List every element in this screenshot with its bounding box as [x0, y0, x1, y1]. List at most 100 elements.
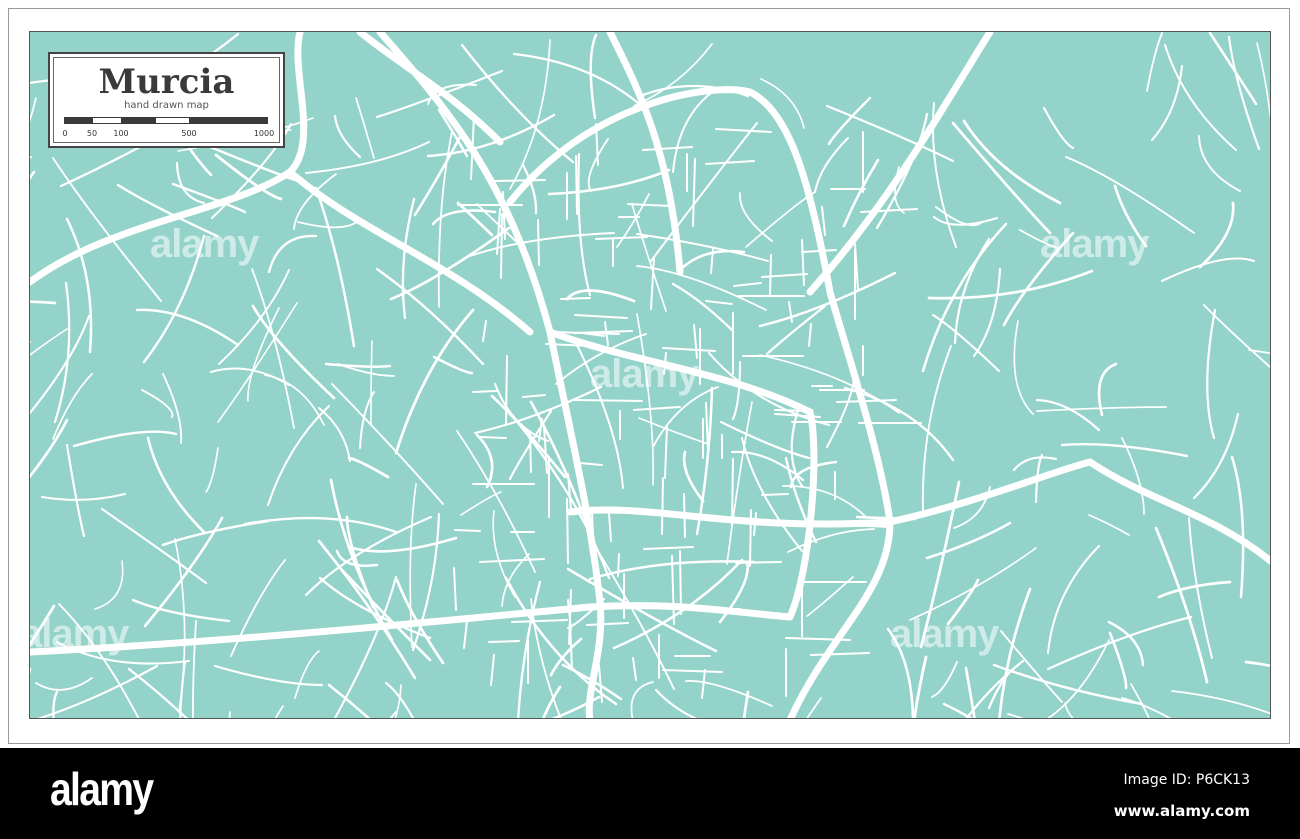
street [482, 320, 487, 342]
minor-road [205, 447, 219, 493]
street [494, 179, 546, 182]
street [788, 301, 793, 323]
major-road [806, 32, 994, 296]
street [627, 203, 672, 207]
minor-road [324, 362, 392, 368]
minor-road [541, 685, 562, 718]
minor-road [745, 191, 816, 248]
street [463, 620, 468, 649]
scale-label: 100 [113, 129, 129, 138]
minor-road [475, 433, 494, 489]
street [692, 158, 696, 227]
street [735, 561, 782, 564]
street [810, 652, 870, 656]
minor-road [146, 436, 207, 535]
street [617, 553, 620, 577]
minor-road [1198, 135, 1241, 192]
minor-road [266, 404, 331, 507]
website-link[interactable]: www.alamy.com [1114, 802, 1250, 820]
major-road [356, 32, 504, 146]
street [537, 219, 540, 266]
street [511, 619, 568, 623]
minor-road [972, 267, 1002, 358]
minor-road [72, 430, 178, 448]
map-legend: Murcia hand drawn map 0 50 100 500 1000 [48, 52, 285, 148]
street [661, 477, 664, 535]
minor-road [1230, 455, 1245, 599]
minor-road [672, 92, 712, 173]
minor-road [30, 170, 36, 181]
minor-road [1121, 697, 1172, 718]
minor-road [243, 516, 398, 534]
minor-road [530, 598, 562, 718]
minor-road [1157, 580, 1232, 599]
minor-road [347, 456, 390, 479]
minor-road [1198, 201, 1235, 269]
minor-road [135, 308, 240, 347]
street [490, 654, 495, 686]
minor-road [1244, 660, 1270, 668]
minor-road [53, 281, 71, 424]
minor-road [264, 374, 325, 426]
minor-road [394, 308, 475, 455]
minor-road [759, 354, 900, 414]
minor-road [437, 131, 453, 308]
street [529, 430, 532, 473]
minor-road [577, 152, 592, 297]
minor-road [65, 443, 86, 538]
street [731, 458, 734, 526]
street [578, 462, 603, 466]
street [608, 512, 612, 542]
minor-road [30, 328, 68, 356]
minor-road [30, 156, 32, 159]
minor-road [931, 661, 958, 698]
scale-label: 1000 [253, 129, 275, 138]
minor-road [1060, 442, 1189, 458]
minor-road [294, 650, 320, 699]
minor-road [394, 684, 402, 718]
street [701, 669, 706, 699]
minor-road [932, 215, 999, 226]
minor-road [1203, 304, 1270, 369]
minor-road [1035, 398, 1101, 432]
watermark: alamy [29, 612, 129, 656]
minor-road [1256, 42, 1270, 119]
minor-road [473, 385, 603, 435]
minor-road [40, 492, 127, 501]
street [705, 300, 733, 305]
minor-road [141, 389, 174, 418]
minor-road [389, 710, 398, 718]
street [472, 390, 497, 393]
street [733, 282, 762, 287]
minor-road [179, 661, 186, 718]
alamy-logo: alamy [50, 763, 154, 815]
minor-road [742, 690, 750, 718]
minor-road [1208, 32, 1258, 106]
minor-road [65, 217, 93, 354]
street [836, 399, 897, 403]
street [595, 236, 648, 240]
street [566, 498, 569, 564]
street [808, 323, 812, 347]
minor-road [161, 519, 270, 547]
minor-road [1146, 32, 1163, 92]
scale-bar [64, 117, 268, 124]
minor-road [1108, 631, 1128, 690]
street [633, 406, 681, 411]
minor-road [630, 681, 654, 718]
minor-road [1046, 639, 1110, 718]
street [662, 669, 723, 673]
minor-road [331, 383, 444, 505]
scale-label: 0 [62, 129, 68, 138]
street [505, 355, 508, 425]
image-id: Image ID: P6CK13 [1123, 772, 1251, 788]
street [705, 160, 755, 165]
minor-road [218, 269, 290, 365]
minor-road [731, 360, 742, 421]
minor-road [191, 620, 197, 718]
minor-road [432, 355, 474, 375]
minor-road [1064, 702, 1074, 718]
street [522, 394, 546, 398]
major-road [286, 168, 534, 336]
minor-road [460, 491, 502, 516]
